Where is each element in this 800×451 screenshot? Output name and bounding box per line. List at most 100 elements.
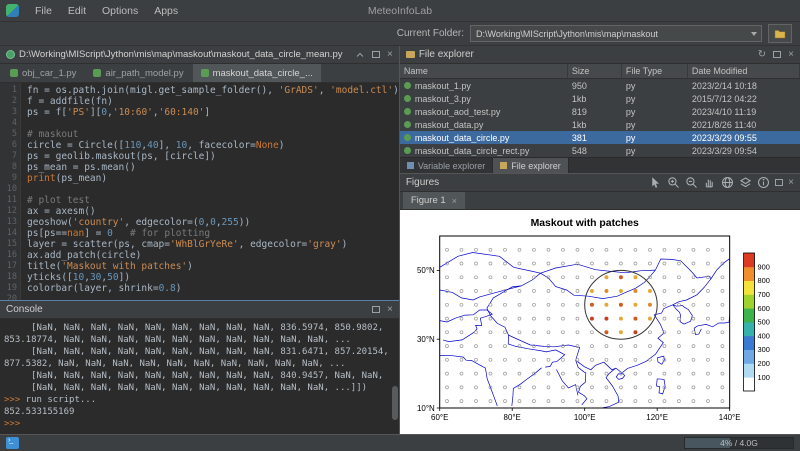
console-title: Console xyxy=(6,304,43,315)
current-folder-value: D:\Working\MIScript\Jython\mis\map\masko… xyxy=(476,29,658,39)
close-icon[interactable]: × xyxy=(788,178,794,188)
file-row[interactable]: maskout_data_circle.py381py2023/3/29 09:… xyxy=(400,131,800,144)
browse-folder-button[interactable] xyxy=(768,24,792,43)
svg-text:600: 600 xyxy=(757,304,769,313)
editor-tab[interactable]: maskout_data_circle_... xyxy=(193,64,321,82)
editor-tab[interactable]: obj_car_1.py xyxy=(2,64,84,82)
column-header-file-type[interactable]: File Type xyxy=(622,64,688,78)
py-file-icon xyxy=(10,69,18,77)
file-row[interactable]: maskout_data_circle_rect.py548py2023/3/2… xyxy=(400,144,800,157)
file-explorer-panel: File explorer ↻ × NameSizeFile TypeDate … xyxy=(400,46,800,174)
svg-text:700: 700 xyxy=(757,290,769,299)
tab-file-explorer[interactable]: File explorer xyxy=(493,158,569,173)
float-window-icon[interactable] xyxy=(775,179,783,186)
svg-text:10°N: 10°N xyxy=(417,404,435,413)
current-folder-combobox[interactable]: D:\Working\MIScript\Jython\mis\map\masko… xyxy=(470,25,762,42)
float-window-icon[interactable] xyxy=(372,51,380,58)
py-file-icon xyxy=(404,82,411,89)
figure-tab-label: Figure 1 xyxy=(411,195,446,206)
float-window-icon[interactable] xyxy=(773,51,781,58)
column-header-name[interactable]: Name xyxy=(400,64,568,78)
svg-text:500: 500 xyxy=(757,318,769,327)
editor-tabbar: obj_car_1.pyair_path_model.pymaskout_dat… xyxy=(0,64,399,83)
chevron-down-icon[interactable] xyxy=(751,32,757,36)
column-header-size[interactable]: Size xyxy=(568,64,622,78)
refresh-icon[interactable]: ↻ xyxy=(758,50,766,60)
app-logo-icon xyxy=(6,4,19,17)
panel-tab-icon xyxy=(500,162,507,169)
zoom-in-icon[interactable] xyxy=(667,176,680,189)
folder-icon xyxy=(774,29,786,39)
console-output[interactable]: [NaN, NaN, NaN, NaN, NaN, NaN, NaN, NaN,… xyxy=(0,319,399,434)
collapse-icon[interactable] xyxy=(355,50,365,60)
python-file-icon xyxy=(6,50,15,59)
py-file-icon xyxy=(404,121,411,128)
close-tab-icon[interactable]: × xyxy=(452,196,457,206)
file-table-header: NameSizeFile TypeDate Modified xyxy=(400,64,800,79)
folder-icon xyxy=(406,51,415,58)
toolbar: Current Folder: D:\Working\MIScript\Jyth… xyxy=(0,22,800,46)
py-file-icon xyxy=(404,108,411,115)
maskout-plot: 60°E 80°E 100°E 120°E 140°E 10°N 30°N 50°N Masko… xyxy=(400,210,800,434)
svg-text:30°N: 30°N xyxy=(417,335,435,344)
figures-panel: Figures × Figure 1 xyxy=(400,174,800,434)
svg-text:100: 100 xyxy=(757,373,769,382)
layers-icon[interactable] xyxy=(739,176,752,189)
svg-text:50°N: 50°N xyxy=(417,266,435,275)
code-text[interactable]: fn = os.path.join(migl.get_sample_folder… xyxy=(21,83,399,300)
scrollbar-thumb[interactable] xyxy=(392,386,398,420)
file-row[interactable]: maskout_1.py950py2023/2/14 10:18 xyxy=(400,79,800,92)
memory-indicator[interactable]: 4% / 4.0G xyxy=(684,437,794,449)
explorer-tabs: Variable explorerFile explorer xyxy=(400,157,800,173)
right-column: File explorer ↻ × NameSizeFile TypeDate … xyxy=(400,46,800,434)
zoom-out-icon[interactable] xyxy=(685,176,698,189)
close-icon[interactable]: × xyxy=(788,50,794,60)
menu-edit[interactable]: Edit xyxy=(60,5,94,17)
svg-text:Maskout with patches: Maskout with patches xyxy=(530,218,638,229)
figure-tabbar: Figure 1 × xyxy=(400,192,800,210)
menu-file[interactable]: File xyxy=(27,5,60,17)
svg-text:140°E: 140°E xyxy=(719,413,741,422)
svg-text:60°E: 60°E xyxy=(431,413,448,422)
file-row[interactable]: maskout_3.py1kbpy2015/7/12 04:22 xyxy=(400,92,800,105)
memory-text: 4% / 4.0G xyxy=(720,438,758,448)
svg-text:120°E: 120°E xyxy=(646,413,668,422)
figure-plot-area[interactable]: 60°E 80°E 100°E 120°E 140°E 10°N 30°N 50°N Masko… xyxy=(400,210,800,434)
status-bar: 4% / 4.0G xyxy=(0,434,800,451)
column-header-date-modified[interactable]: Date Modified xyxy=(688,64,800,78)
code-editor[interactable]: 123456789101112131415161718192021 fn = o… xyxy=(0,83,399,300)
editor-tab[interactable]: air_path_model.py xyxy=(85,64,191,82)
main-area: D:\Working\MIScript\Jython\mis\map\masko… xyxy=(0,46,800,434)
console-panel: Console × [NaN, NaN, NaN, NaN, NaN, NaN,… xyxy=(0,300,399,434)
svg-text:200: 200 xyxy=(757,359,769,368)
file-row[interactable]: maskout_data.py1kbpy2021/8/26 11:40 xyxy=(400,118,800,131)
py-file-icon xyxy=(201,69,209,77)
figure-tab[interactable]: Figure 1 × xyxy=(403,192,465,209)
editor-panel: D:\Working\MIScript\Jython\mis\map\masko… xyxy=(0,46,399,300)
svg-text:80°E: 80°E xyxy=(503,413,520,422)
py-file-icon xyxy=(404,134,411,141)
file-row[interactable]: maskout_aod_test.py819py2023/4/10 11:19 xyxy=(400,105,800,118)
svg-text:900: 900 xyxy=(757,262,769,271)
svg-text:800: 800 xyxy=(757,276,769,285)
current-folder-label: Current Folder: xyxy=(397,28,464,39)
panel-tab-icon xyxy=(407,162,414,169)
full-extent-icon[interactable] xyxy=(721,176,734,189)
svg-text:400: 400 xyxy=(757,331,769,340)
py-file-icon xyxy=(93,69,101,77)
close-icon[interactable]: × xyxy=(387,305,393,315)
info-icon[interactable] xyxy=(757,176,770,189)
float-window-icon[interactable] xyxy=(372,306,380,313)
menu-apps[interactable]: Apps xyxy=(146,5,186,17)
menu-options[interactable]: Options xyxy=(94,5,146,17)
editor-header: D:\Working\MIScript\Jython\mis\map\masko… xyxy=(0,46,399,64)
tab-variable-explorer[interactable]: Variable explorer xyxy=(400,158,493,173)
console-header: Console × xyxy=(0,301,399,319)
close-icon[interactable]: × xyxy=(387,50,393,60)
svg-text:100°E: 100°E xyxy=(574,413,596,422)
file-explorer-header: File explorer ↻ × xyxy=(400,46,800,64)
meteoinfolab-window: FileEditOptionsApps MeteoInfoLab Current… xyxy=(0,0,800,451)
select-tool-icon[interactable] xyxy=(649,176,662,189)
pan-icon[interactable] xyxy=(703,176,716,189)
terminal-status-icon[interactable] xyxy=(6,437,19,449)
